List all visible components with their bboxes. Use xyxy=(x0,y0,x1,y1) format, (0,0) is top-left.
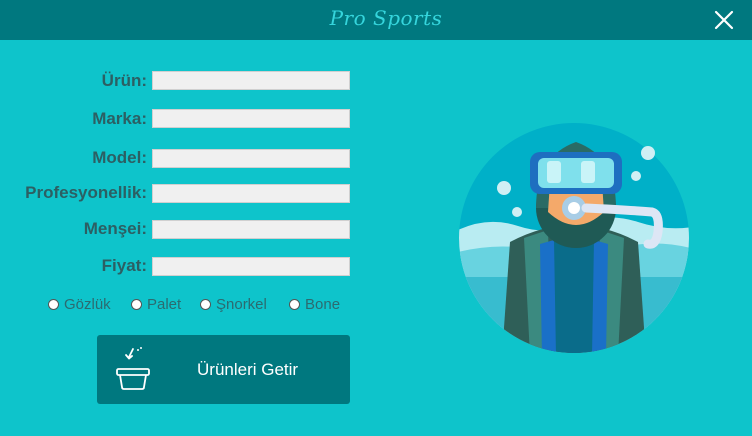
radio-gozluk-label: Gözlük xyxy=(64,296,111,313)
fiyat-field[interactable] xyxy=(152,257,350,276)
scuba-diver-illustration xyxy=(459,123,689,353)
radio-circle[interactable] xyxy=(48,299,59,310)
title-bar: Pro Sports xyxy=(0,0,752,40)
profesyonellik-field[interactable] xyxy=(152,184,350,203)
radio-palet[interactable]: Palet xyxy=(131,296,181,313)
model-field[interactable] xyxy=(152,149,350,168)
radio-circle[interactable] xyxy=(289,299,300,310)
close-icon[interactable] xyxy=(710,6,738,34)
radio-snorkel-label: Şnorkel xyxy=(216,296,267,313)
mensei-label: Menşei: xyxy=(83,219,147,238)
marka-label: Marka: xyxy=(92,109,147,128)
radio-bone-label: Bone xyxy=(305,296,341,313)
mensei-field[interactable] xyxy=(152,220,350,239)
fiyat-label: Fiyat: xyxy=(101,256,147,275)
urunleri-getir-button[interactable]: Ürünleri Getir xyxy=(97,335,350,404)
profesyonellik-label: Profesyonellik: xyxy=(25,183,147,202)
radio-gozluk[interactable]: Gözlük xyxy=(48,296,111,313)
urunleri-getir-label: Ürünleri Getir xyxy=(197,360,299,379)
radio-snorkel[interactable]: Şnorkel xyxy=(200,296,267,313)
radio-bone[interactable]: Bone xyxy=(289,296,340,313)
marka-field[interactable] xyxy=(152,109,350,128)
window-title: Pro Sports xyxy=(329,6,443,30)
radio-circle[interactable] xyxy=(131,299,142,310)
urun-label: Ürün: xyxy=(101,71,147,90)
radio-palet-label: Palet xyxy=(147,296,182,313)
basket-arrow-icon xyxy=(116,347,150,390)
model-label: Model: xyxy=(92,148,147,167)
urun-field[interactable] xyxy=(152,71,350,90)
app-window: Pro Sports Ürün: Marka: Model: Profesyon… xyxy=(0,0,752,436)
radio-circle[interactable] xyxy=(200,299,211,310)
